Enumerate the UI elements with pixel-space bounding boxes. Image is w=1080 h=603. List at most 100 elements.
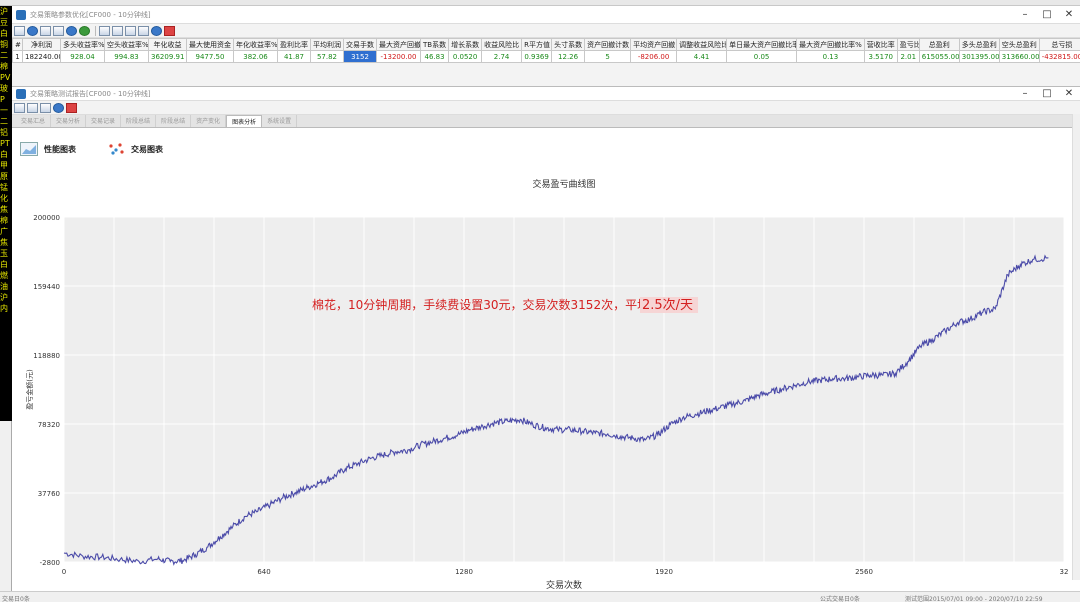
column-header[interactable]: 盈利比率 bbox=[277, 38, 311, 51]
column-header[interactable]: 单日最大资产回撤比率% bbox=[726, 38, 798, 51]
table-cell[interactable]: 12.26 bbox=[551, 50, 586, 63]
column-header[interactable]: 营收比率 bbox=[863, 38, 898, 51]
column-header[interactable]: R平方值 bbox=[521, 38, 553, 51]
table-cell[interactable]: 2.01 bbox=[896, 50, 920, 63]
column-header[interactable]: 交易手数 bbox=[343, 38, 377, 51]
table-cell[interactable]: 0.9369 bbox=[521, 50, 553, 63]
table-cell[interactable]: 0.13 bbox=[796, 50, 865, 63]
table-cell[interactable]: -8206.00 bbox=[630, 50, 678, 63]
report-paste-icon[interactable] bbox=[27, 102, 38, 113]
instrument-item[interactable]: 白 bbox=[0, 149, 12, 160]
minimize-icon[interactable]: – bbox=[1014, 6, 1036, 23]
table-cell[interactable]: 2.74 bbox=[481, 50, 523, 63]
new-icon[interactable] bbox=[14, 25, 25, 36]
column-header[interactable]: 空头收益率% bbox=[104, 38, 149, 51]
instrument-item[interactable]: 一 bbox=[0, 105, 12, 116]
instrument-item[interactable]: 二 bbox=[0, 50, 12, 61]
report-scrollbar[interactable] bbox=[1072, 114, 1080, 580]
column-header[interactable]: 平均利润 bbox=[310, 38, 344, 51]
table-cell[interactable]: 182240.00 bbox=[22, 50, 61, 63]
report-tab[interactable]: 图表分析 bbox=[226, 115, 263, 127]
left-instrument-list[interactable]: 沪豆白铜二棉 PV 玻 P 一二铝 PT 白甲原锰化焦棉广焦玉白燃油沪内 bbox=[0, 6, 12, 421]
maximize-icon[interactable]: □ bbox=[1036, 6, 1058, 23]
table-cell[interactable]: 1 bbox=[12, 50, 23, 63]
table-cell[interactable]: -13200.00 bbox=[376, 50, 421, 63]
column-header[interactable]: 调整收益风险比 bbox=[676, 38, 728, 51]
instrument-item[interactable]: 棉 bbox=[0, 61, 12, 72]
report-tab[interactable]: 交易汇总 bbox=[16, 115, 52, 127]
report-minimize-icon[interactable]: – bbox=[1014, 87, 1036, 100]
column-header[interactable]: 总盈利 bbox=[918, 38, 960, 51]
report-close-icon[interactable]: ✕ bbox=[1058, 87, 1080, 100]
report-print-icon[interactable] bbox=[40, 102, 51, 113]
instrument-item[interactable]: 锰 bbox=[0, 182, 12, 193]
table-cell[interactable]: 3152 bbox=[343, 50, 377, 63]
table-cell[interactable]: 36209.91 bbox=[148, 50, 187, 63]
column-header[interactable]: 多头收益率% bbox=[60, 38, 105, 51]
report-tab[interactable]: 阶段总结 bbox=[121, 115, 157, 127]
copy-icon[interactable] bbox=[40, 25, 51, 36]
info-icon[interactable] bbox=[66, 25, 77, 36]
instrument-item[interactable]: 油 bbox=[0, 281, 12, 292]
instrument-item[interactable]: 铝 bbox=[0, 127, 12, 138]
instrument-item[interactable]: 内 bbox=[0, 303, 12, 314]
column-header[interactable]: # bbox=[12, 38, 23, 51]
instrument-item[interactable]: 甲 bbox=[0, 160, 12, 171]
instrument-item[interactable]: 广 bbox=[0, 226, 12, 237]
column-header[interactable]: 收益风险比 bbox=[481, 38, 523, 51]
column-header[interactable]: 增长系数 bbox=[448, 38, 483, 51]
column-header[interactable]: 多头总盈利 bbox=[958, 38, 1000, 51]
refresh-icon[interactable] bbox=[151, 25, 162, 36]
report-tab[interactable]: 阶段总结 bbox=[156, 115, 192, 127]
table-cell[interactable]: 313660.00 bbox=[998, 50, 1040, 63]
instrument-item[interactable]: 燃 bbox=[0, 270, 12, 281]
save-icon[interactable] bbox=[27, 25, 38, 36]
table-cell[interactable]: 994.83 bbox=[104, 50, 149, 63]
table-cell[interactable]: 4.41 bbox=[676, 50, 728, 63]
help-icon[interactable] bbox=[79, 25, 90, 36]
table-icon[interactable] bbox=[99, 25, 110, 36]
table-cell[interactable]: 3.5170 bbox=[863, 50, 898, 63]
instrument-item[interactable]: PV bbox=[0, 72, 12, 83]
column-header[interactable]: 最大使用资金 bbox=[186, 38, 234, 51]
column-header[interactable]: 空头总盈利 bbox=[998, 38, 1040, 51]
delete-icon[interactable] bbox=[164, 25, 175, 36]
instrument-item[interactable]: 白 bbox=[0, 28, 12, 39]
table-cell[interactable]: -432815.00 bbox=[1038, 50, 1080, 63]
column-header[interactable]: 总亏损 bbox=[1038, 38, 1080, 51]
column-header[interactable]: 年化收益 bbox=[148, 38, 187, 51]
close-icon[interactable]: ✕ bbox=[1058, 6, 1080, 23]
instrument-item[interactable]: 二 bbox=[0, 116, 12, 127]
report-tab[interactable]: 交易分析 bbox=[51, 115, 87, 127]
table-cell[interactable]: 382.06 bbox=[233, 50, 278, 63]
instrument-item[interactable]: 铜 bbox=[0, 39, 12, 50]
table-cell[interactable]: 5 bbox=[584, 50, 632, 63]
table-cell[interactable]: 9477.50 bbox=[186, 50, 234, 63]
table-cell[interactable]: 615055.00 bbox=[918, 50, 960, 63]
instrument-item[interactable]: 白 bbox=[0, 259, 12, 270]
column-header[interactable]: 平均资产回撤 bbox=[630, 38, 678, 51]
column-header[interactable]: 净利润 bbox=[22, 38, 61, 51]
table-cell[interactable]: 41.87 bbox=[277, 50, 311, 63]
instrument-item[interactable]: P bbox=[0, 94, 12, 105]
report-copy-icon[interactable] bbox=[14, 102, 25, 113]
instrument-item[interactable]: 焦 bbox=[0, 237, 12, 248]
report-maximize-icon[interactable]: □ bbox=[1036, 87, 1058, 100]
report-tab[interactable]: 交易记录 bbox=[86, 115, 122, 127]
instrument-item[interactable]: 玉 bbox=[0, 248, 12, 259]
instrument-item[interactable]: 化 bbox=[0, 193, 12, 204]
column-header[interactable]: 最大资产回撤 bbox=[376, 38, 421, 51]
column-header[interactable]: 最大资产回撤比率% bbox=[796, 38, 865, 51]
instrument-item[interactable]: 沪 bbox=[0, 6, 12, 17]
report-help-icon[interactable] bbox=[53, 102, 64, 113]
instrument-item[interactable]: 沪 bbox=[0, 292, 12, 303]
table-cell[interactable]: 301395.00 bbox=[958, 50, 1000, 63]
instrument-item[interactable]: 豆 bbox=[0, 17, 12, 28]
table-cell[interactable]: 0.0520 bbox=[448, 50, 483, 63]
instrument-item[interactable]: PT bbox=[0, 138, 12, 149]
filter-icon[interactable] bbox=[138, 25, 149, 36]
instrument-item[interactable]: 原 bbox=[0, 171, 12, 182]
instrument-item[interactable]: 棉 bbox=[0, 215, 12, 226]
export-icon[interactable] bbox=[125, 25, 136, 36]
table-cell[interactable]: 0.05 bbox=[726, 50, 798, 63]
